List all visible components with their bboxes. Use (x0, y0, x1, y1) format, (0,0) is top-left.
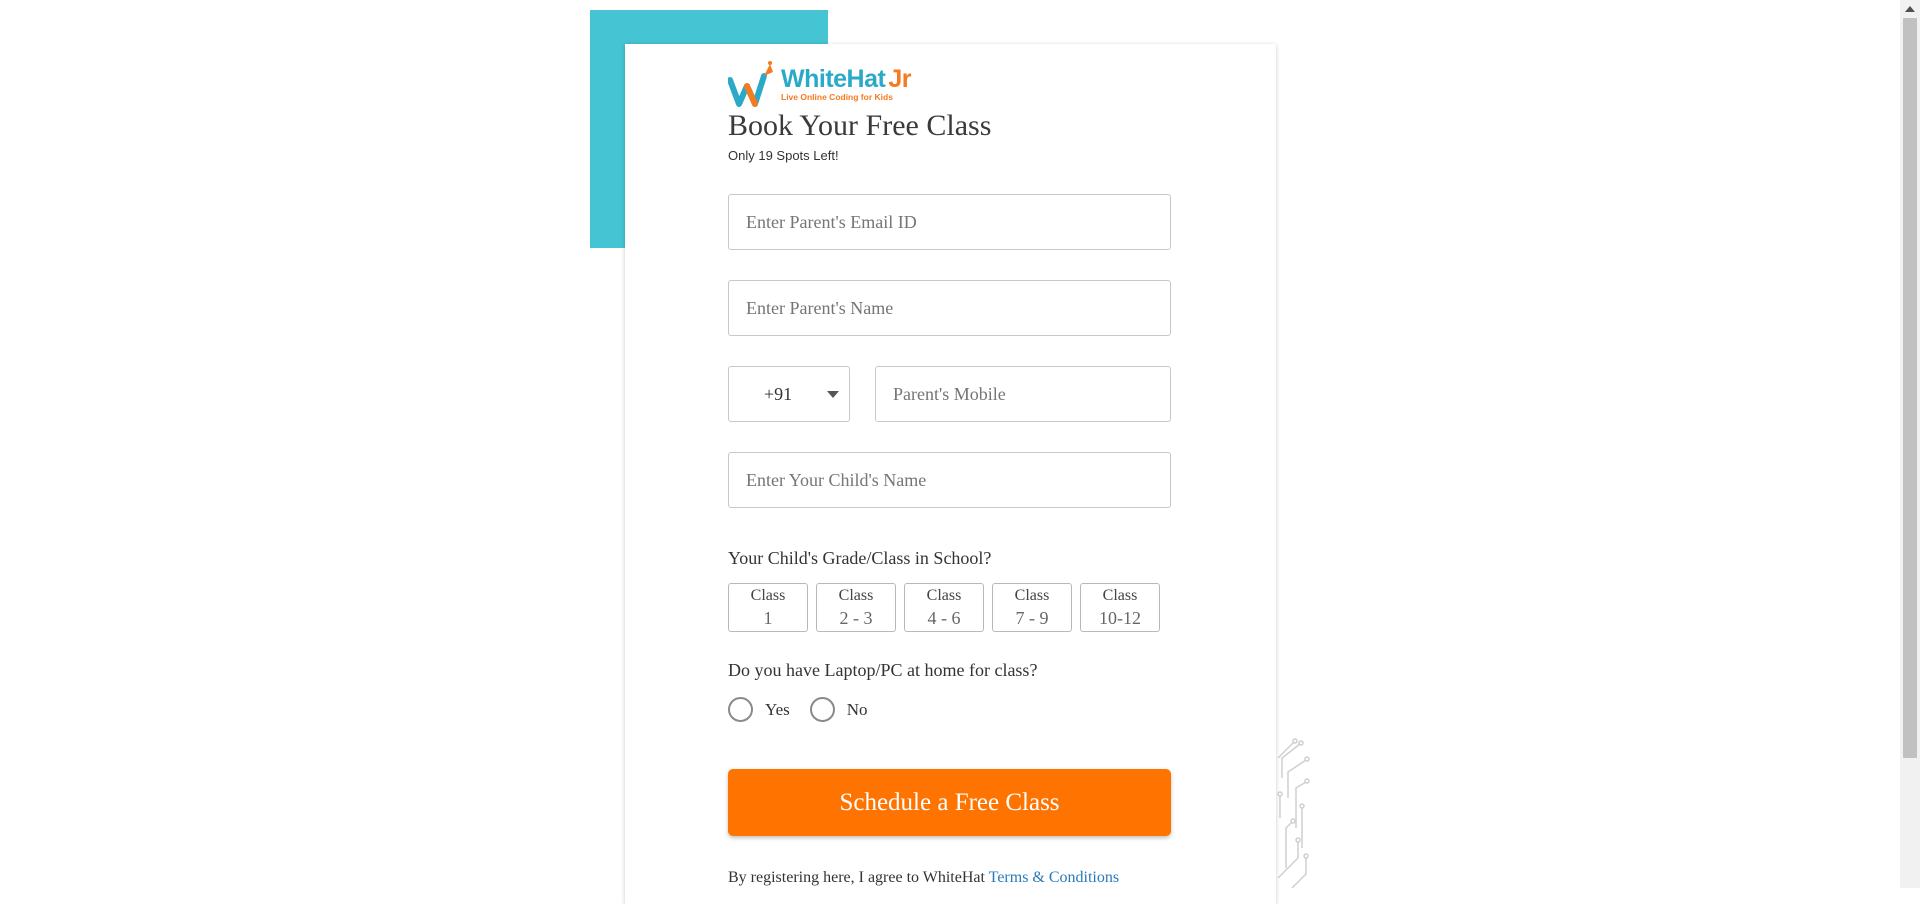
laptop-options: Yes No (728, 697, 1171, 722)
grade-question-label: Your Child's Grade/Class in School? (728, 548, 992, 568)
brand-tagline: Live Online Coding for Kids (781, 91, 893, 102)
radio-no-label: No (846, 699, 868, 719)
parent-name-input[interactable] (728, 280, 1171, 336)
terms-notice: By registering here, I agree to WhiteHat… (728, 869, 1171, 887)
booking-card: WhiteHat Jr Live Online Coding for Kids B… (625, 44, 1276, 904)
radio-yes-label: Yes (765, 699, 790, 719)
chevron-down-icon (827, 391, 839, 398)
country-code-select[interactable]: +91 (728, 366, 850, 422)
schedule-class-button[interactable]: Schedule a Free Class (728, 769, 1171, 836)
brand-logo[interactable]: WhiteHat Jr Live Online Coding for Kids (728, 59, 1171, 109)
grade-option-10-12[interactable]: Class 10-12 (1080, 583, 1160, 632)
grade-option-4-6[interactable]: Class 4 - 6 (904, 583, 984, 632)
brand-name: WhiteHat Jr (781, 64, 911, 93)
child-name-input[interactable] (728, 452, 1171, 508)
page-scrollbar[interactable] (1900, 0, 1920, 888)
grade-option-2-3[interactable]: Class 2 - 3 (816, 583, 896, 632)
grade-options: Class 1 Class 2 - 3 Class 4 - 6 Class 7 … (728, 583, 1171, 632)
laptop-no-option[interactable]: No (809, 697, 868, 722)
terms-prefix: By registering here, I agree to WhiteHat (728, 869, 985, 886)
grade-option-7-9[interactable]: Class 7 - 9 (992, 583, 1072, 632)
laptop-question-label: Do you have Laptop/PC at home for class? (728, 660, 1038, 680)
spots-left-note: Only 19 Spots Left! (728, 148, 839, 163)
scroll-up-arrow-icon[interactable] (1905, 6, 1915, 12)
form-title: Book Your Free Class (728, 109, 992, 142)
terms-link[interactable]: Terms & Conditions (989, 869, 1119, 886)
country-code-value: +91 (764, 383, 793, 404)
whitehat-w-rocket-icon (728, 61, 773, 107)
grade-option-1[interactable]: Class 1 (728, 583, 808, 632)
radio-yes[interactable] (728, 697, 753, 722)
scrollbar-thumb[interactable] (1903, 18, 1917, 758)
parent-email-input[interactable] (728, 194, 1171, 250)
parent-mobile-input[interactable] (875, 366, 1171, 422)
radio-no[interactable] (809, 697, 835, 722)
laptop-yes-option[interactable]: Yes (728, 697, 790, 722)
booking-form: WhiteHat Jr Live Online Coding for Kids B… (728, 59, 1171, 887)
brand-wordmark: WhiteHat Jr Live Online Coding for Kids (781, 64, 911, 102)
phone-row: +91 (728, 366, 1171, 422)
circuit-pattern (1277, 738, 1310, 888)
